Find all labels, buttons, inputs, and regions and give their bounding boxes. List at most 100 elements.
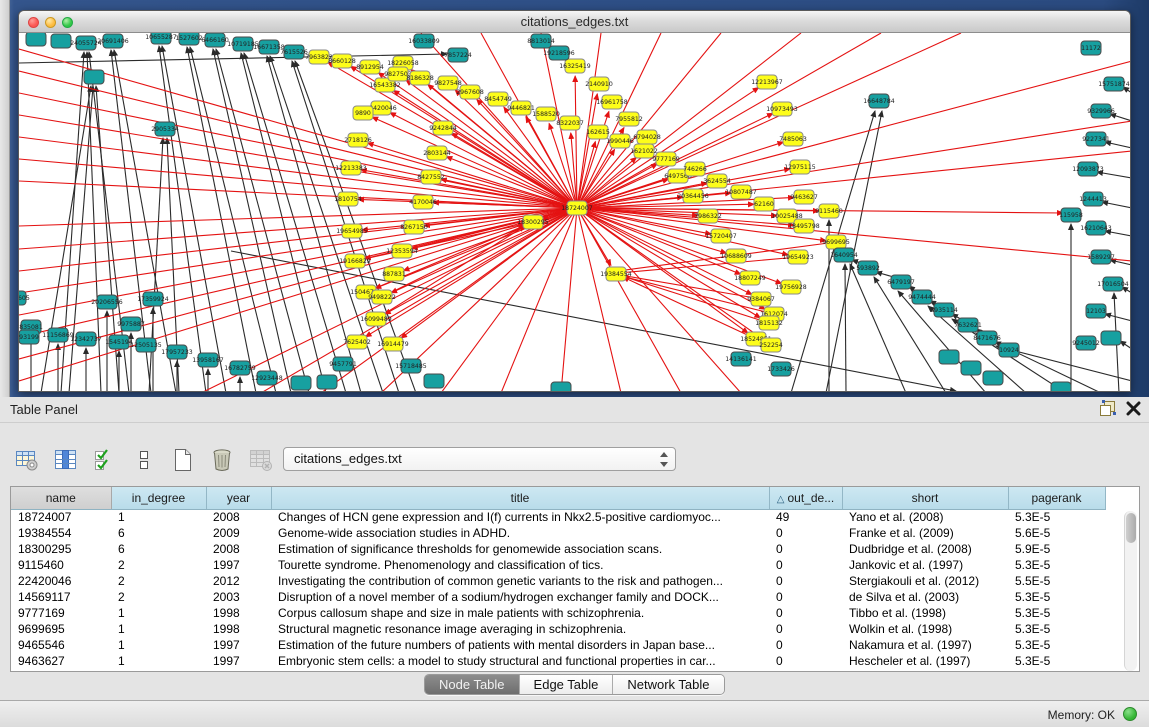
cell-short[interactable]: Franke et al. (2009) — [842, 525, 1008, 541]
graph-node-selected[interactable]: 162615 — [586, 125, 610, 139]
graph-node[interactable]: 1733426 — [767, 362, 795, 376]
graph-node-selected[interactable]: 746266 — [683, 162, 707, 176]
cell-title[interactable]: Embryonic stem cells: a model to study s… — [271, 653, 769, 669]
cell-short[interactable]: de Silva et al. (2003) — [842, 589, 1008, 605]
graph-node[interactable]: 7857224 — [444, 48, 472, 62]
graph-node[interactable] — [84, 70, 104, 84]
graph-node[interactable] — [1051, 382, 1071, 391]
cell-name[interactable]: 18300295 — [11, 541, 111, 557]
cell-pagerank[interactable]: 5.3E-5 — [1008, 509, 1105, 525]
column-header-name[interactable]: name — [11, 487, 111, 509]
graph-node-selected[interactable]: 9699695 — [822, 235, 850, 249]
tab-edge-table[interactable]: Edge Table — [520, 675, 614, 694]
graph-node[interactable] — [424, 374, 444, 388]
cell-title[interactable]: Estimation of significance thresholds fo… — [271, 541, 769, 557]
cell-name[interactable]: 19384554 — [11, 525, 111, 541]
cell-year[interactable]: 2008 — [206, 509, 271, 525]
graph-node[interactable]: 16648784 — [863, 94, 895, 108]
graph-node[interactable] — [291, 376, 311, 390]
cell-name[interactable]: 9465546 — [11, 637, 111, 653]
cell-short[interactable]: Tibbo et al. (1998) — [842, 605, 1008, 621]
graph-node-selected[interactable]: 8322037 — [556, 116, 584, 130]
graph-node[interactable]: 17016504 — [1097, 277, 1129, 291]
graph-node-selected[interactable]: 7955812 — [615, 112, 643, 126]
graph-node[interactable]: 7632621 — [954, 318, 982, 332]
cell-title[interactable]: Investigating the contribution of common… — [271, 573, 769, 589]
table-row[interactable]: 911546021997Tourette syndrome. Phenomeno… — [11, 557, 1105, 573]
cell-name[interactable]: 22420046 — [11, 573, 111, 589]
graph-node-selected[interactable]: 1810754 — [334, 192, 362, 206]
cell-name[interactable]: 9463627 — [11, 653, 111, 669]
graph-node[interactable]: 9474444 — [908, 290, 936, 304]
table-row[interactable]: 969969511998Structural magnetic resonanc… — [11, 621, 1105, 637]
node-table[interactable]: namein_degreeyeartitle△out_de...shortpag… — [10, 486, 1140, 672]
graph-node[interactable]: 593892 — [856, 261, 880, 275]
graph-node-selected[interactable]: 12213967 — [751, 75, 783, 89]
cell-pagerank[interactable]: 5.3E-5 — [1008, 653, 1105, 669]
cell-title[interactable]: Structural magnetic resonance image aver… — [271, 621, 769, 637]
graph-node-selected[interactable]: 16325419 — [559, 59, 591, 73]
graph-node[interactable]: 9227341 — [1082, 132, 1110, 146]
graph-node-selected[interactable]: 10807487 — [725, 185, 757, 199]
graph-node-selected[interactable]: 9384067 — [747, 292, 775, 306]
cell-short[interactable]: Jankovic et al. (1997) — [842, 557, 1008, 573]
cell-in_degree[interactable]: 1 — [111, 621, 206, 637]
cell-pagerank[interactable]: 5.3E-5 — [1008, 621, 1105, 637]
table-row[interactable]: 946362711997Embryonic stem cells: a mode… — [11, 653, 1105, 669]
graph-node[interactable]: 12093873 — [1072, 162, 1104, 176]
cell-out_degree[interactable]: 0 — [769, 573, 842, 589]
select-all-icon[interactable] — [90, 446, 120, 474]
cell-short[interactable]: Dudbridge et al. (2008) — [842, 541, 1008, 557]
cell-pagerank[interactable]: 5.3E-5 — [1008, 637, 1105, 653]
graph-node[interactable]: 16782759 — [224, 361, 256, 375]
graph-node-selected[interactable]: 8186328 — [406, 71, 434, 85]
graph-node-selected[interactable]: 12975115 — [784, 160, 816, 174]
graph-node-selected[interactable]: 4170046 — [409, 195, 437, 209]
cell-in_degree[interactable]: 1 — [111, 509, 206, 525]
graph-node-selected[interactable]: 19756928 — [775, 280, 807, 294]
graph-node-selected[interactable]: 9777169 — [652, 152, 680, 166]
cell-year[interactable]: 1998 — [206, 605, 271, 621]
graph-node[interactable]: 6479197 — [887, 275, 915, 289]
cell-pagerank[interactable]: 5.3E-5 — [1008, 557, 1105, 573]
tab-node-table[interactable]: Node Table — [425, 675, 520, 694]
cell-pagerank[interactable]: 5.3E-5 — [1008, 605, 1105, 621]
cell-short[interactable]: Stergiakouli et al. (2012) — [842, 573, 1008, 589]
column-header-year[interactable]: year — [206, 487, 271, 509]
column-header-pagerank[interactable]: pagerank — [1008, 487, 1105, 509]
graph-node[interactable]: 2905334 — [151, 122, 179, 136]
cell-out_degree[interactable]: 0 — [769, 541, 842, 557]
graph-node-selected[interactable]: 8912954 — [356, 60, 384, 74]
cell-in_degree[interactable]: 1 — [111, 637, 206, 653]
graph-node[interactable] — [961, 361, 981, 375]
graph-node[interactable]: 9975887 — [117, 317, 145, 331]
graph-node-selected[interactable]: 2718126 — [344, 133, 372, 147]
cell-year[interactable]: 1997 — [206, 557, 271, 573]
cell-short[interactable]: Wolkin et al. (1998) — [842, 621, 1008, 637]
close-panel-icon[interactable] — [1126, 401, 1141, 416]
graph-node-selected[interactable]: 887831 — [382, 267, 406, 281]
graph-node-selected[interactable]: 8660128 — [328, 54, 356, 68]
graph-node[interactable]: 16033809 — [408, 34, 440, 48]
graph-node-selected[interactable]: 7986322 — [694, 209, 722, 223]
graph-node[interactable]: 9329966 — [1087, 104, 1115, 118]
cell-out_degree[interactable]: 0 — [769, 525, 842, 541]
column-header-title[interactable]: title — [271, 487, 769, 509]
graph-node-selected[interactable]: 1815132 — [755, 316, 783, 330]
cell-year[interactable]: 2012 — [206, 573, 271, 589]
cell-title[interactable]: Corpus callosum shape and size in male p… — [271, 605, 769, 621]
table-row[interactable]: 1938455462009Genome-wide association stu… — [11, 525, 1105, 541]
table-row[interactable]: 946554611997Estimation of the future num… — [11, 637, 1105, 653]
graph-node-selected[interactable]: 15720407 — [705, 229, 737, 243]
graph-node[interactable]: 1244413 — [1079, 192, 1107, 206]
cell-pagerank[interactable]: 5.9E-5 — [1008, 541, 1105, 557]
graph-node[interactable]: 93199 — [19, 330, 39, 344]
black-edge[interactable] — [1110, 114, 1130, 121]
graph-node[interactable]: 9457791 — [329, 357, 357, 371]
graph-node[interactable]: 8471676 — [973, 331, 1001, 345]
graph-node[interactable]: 1589297 — [1087, 250, 1115, 264]
graph-node[interactable]: 2526605 — [19, 291, 30, 305]
graph-node[interactable]: 1527602 — [175, 33, 203, 45]
cell-in_degree[interactable]: 2 — [111, 557, 206, 573]
cell-title[interactable]: Tourette syndrome. Phenomenology and cla… — [271, 557, 769, 573]
